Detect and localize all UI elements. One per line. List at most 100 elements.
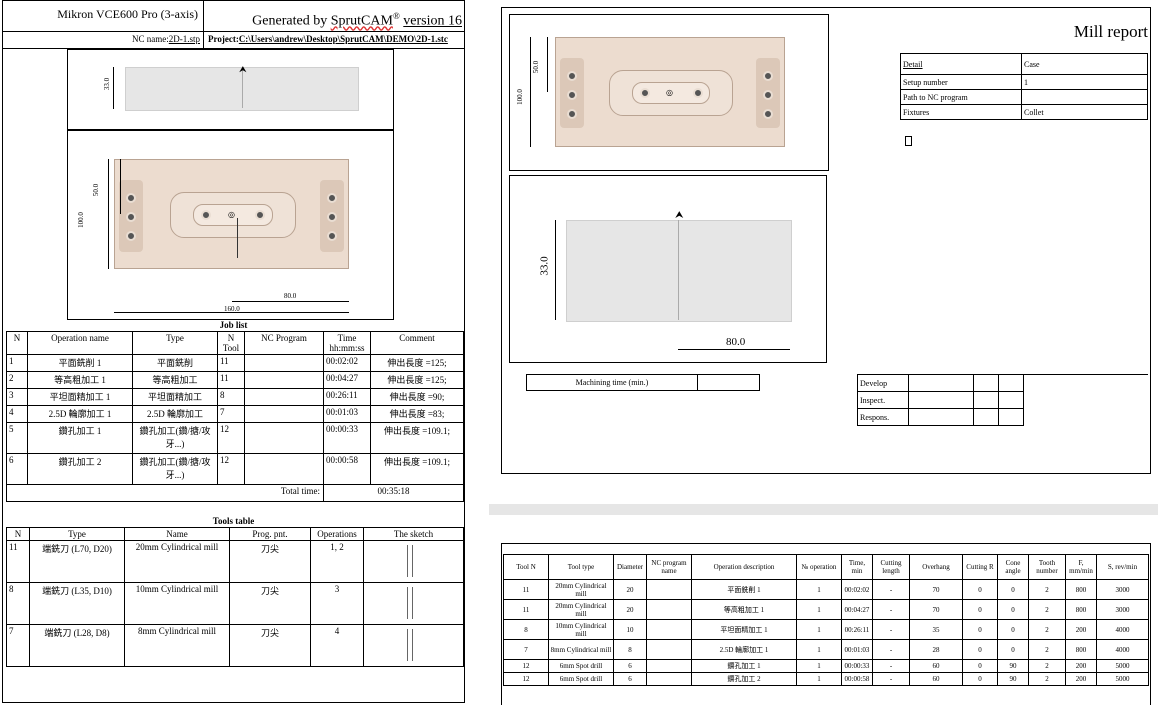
- cell: [646, 599, 692, 620]
- cell: 0: [962, 599, 998, 620]
- total-height-label: 100.0: [515, 89, 524, 105]
- table-row: 8 端銑刀 (L35, D10) 10mm Cylindrical mill 刀…: [6, 582, 464, 625]
- info-label: Fixtures: [900, 104, 1022, 120]
- signoff-table: Develop Inspect. Respons.: [857, 374, 1148, 426]
- cell: 2: [1028, 579, 1066, 600]
- table-row: 11 20mm Cylindrical mill 20 平面銑削 1 1 00:02:02…: [503, 579, 1149, 600]
- table-row: 3 平坦面精加工 1 平坦面精加工 8 00:26:11 伸出長度 =90;: [6, 388, 464, 406]
- registered-mark: ®: [392, 11, 400, 21]
- cell: 800: [1065, 639, 1097, 660]
- cell: 平面銑削 1: [691, 579, 797, 600]
- cell: 等高粗加工 1: [27, 371, 133, 389]
- cell: 11: [6, 540, 30, 583]
- cell: 1: [796, 579, 842, 600]
- col-header: NC Program: [244, 331, 324, 355]
- cell: 平面銑削 1: [27, 354, 133, 372]
- col-header: Time, min: [841, 554, 873, 580]
- table-row: 11 20mm Cylindrical mill 20 等高粗加工 1 1 00:04:2…: [503, 599, 1149, 620]
- cell: 00:01:03: [841, 639, 873, 660]
- table-row: 12 6mm Spot drill 6 鑽孔加工 1 1 00:00:33-60 0 90 2 2…: [503, 659, 1149, 673]
- cell: 1: [796, 619, 842, 640]
- signoff-label: Respons.: [857, 408, 909, 426]
- cell: 5000: [1096, 659, 1149, 673]
- hole-icon: [640, 88, 650, 98]
- cell: -: [872, 659, 910, 673]
- nc-name-value: 2D-1.stp: [168, 34, 200, 44]
- hole-icon: [567, 71, 577, 81]
- cell: 8mm Cylindrical mill: [548, 639, 614, 660]
- total-height-dim: [108, 159, 109, 269]
- cell: 12: [217, 422, 245, 454]
- half-width-dim: [232, 301, 349, 302]
- report-title: Mill report: [1073, 22, 1148, 41]
- cell: [244, 388, 324, 406]
- cell: 20mm Cylindrical mill: [124, 540, 230, 583]
- hole-icon: [126, 231, 136, 241]
- cell: 5: [6, 422, 28, 454]
- cell: -: [872, 672, 910, 686]
- col-header: N: [6, 331, 28, 355]
- cell: 00:00:33: [323, 422, 371, 454]
- inner-height-dim: [547, 37, 548, 92]
- cell: 0: [962, 659, 998, 673]
- info-label: Detail: [900, 53, 1022, 75]
- col-header: Tooth number: [1028, 554, 1066, 580]
- half-width-label: 80.0: [726, 336, 746, 348]
- total-row: Total time: 00:35:18: [6, 484, 464, 502]
- info-value: [1021, 89, 1148, 105]
- cell: 00:04:27: [323, 371, 371, 389]
- info-value: 1: [1021, 74, 1148, 90]
- page-separator: [489, 504, 1158, 515]
- hole-icon: [327, 231, 337, 241]
- col-header: NC program name: [646, 554, 692, 580]
- cell: 00:02:02: [841, 579, 873, 600]
- cell: 00:26:11: [841, 619, 873, 640]
- cell: 20: [613, 599, 647, 620]
- total-height-dim: [530, 37, 531, 147]
- cell: 等高粗加工 1: [691, 599, 797, 620]
- text-cursor: [905, 136, 912, 146]
- hole-icon: [126, 212, 136, 222]
- total-value: 00:35:18: [323, 484, 464, 502]
- cell: 0: [997, 579, 1029, 600]
- col-header: Name: [124, 527, 230, 541]
- cell: 8: [6, 582, 30, 625]
- col-header: Overhang: [909, 554, 963, 580]
- info-value: Collet: [1021, 104, 1148, 120]
- cell: 7: [503, 639, 549, 660]
- cell: 35: [909, 619, 963, 640]
- cell: 20mm Cylindrical mill: [548, 599, 614, 620]
- cell: [646, 659, 692, 673]
- ops-header-row: Tool N Tool type Diameter NC program nam…: [503, 554, 1149, 580]
- col-header: Cone angle: [997, 554, 1029, 580]
- cell: 6mm Spot drill: [548, 659, 614, 673]
- cell: 鑽孔加工(鑽/搪/攻牙...): [132, 453, 218, 485]
- cell: 1: [796, 599, 842, 620]
- nc-project-row: NC name:2D-1.stp Project:C:\Users\andrew…: [3, 31, 464, 49]
- cell: 7: [6, 624, 30, 667]
- cell: 00:02:02: [323, 354, 371, 372]
- col-header: Diameter: [613, 554, 647, 580]
- cell: 6: [613, 672, 647, 686]
- half-width-dim: [678, 349, 790, 350]
- table-row: 1 平面銑削 1 平面銑削 11 00:02:02 伸出長度 =125;: [6, 354, 464, 372]
- top-view-box: ◎ 100.0 50.0 80.0 160.0: [67, 130, 394, 320]
- half-width-label: 80.0: [284, 292, 297, 300]
- cell: [244, 453, 324, 485]
- cell: 4: [310, 624, 364, 667]
- cell: 2: [1028, 599, 1066, 620]
- cell: 90: [997, 659, 1029, 673]
- cell: 12: [217, 453, 245, 485]
- report-info-table: Detail Case Setup number 1 Path to NC prog…: [900, 53, 1148, 120]
- cell: 伸出長度 =125;: [370, 371, 464, 389]
- col-header: F, mm/min: [1065, 554, 1097, 580]
- col-header: Type: [29, 527, 125, 541]
- product-name: SprutCAM: [330, 13, 393, 29]
- cell: 00:00:58: [841, 672, 873, 686]
- cell: -: [872, 579, 910, 600]
- cell: 200: [1065, 659, 1097, 673]
- tools-table: N Type Name Prog. pnt. Operations The sk…: [6, 527, 464, 667]
- cell: [646, 579, 692, 600]
- cell: 20mm Cylindrical mill: [548, 579, 614, 600]
- cell: 鑽孔加工 1: [691, 659, 797, 673]
